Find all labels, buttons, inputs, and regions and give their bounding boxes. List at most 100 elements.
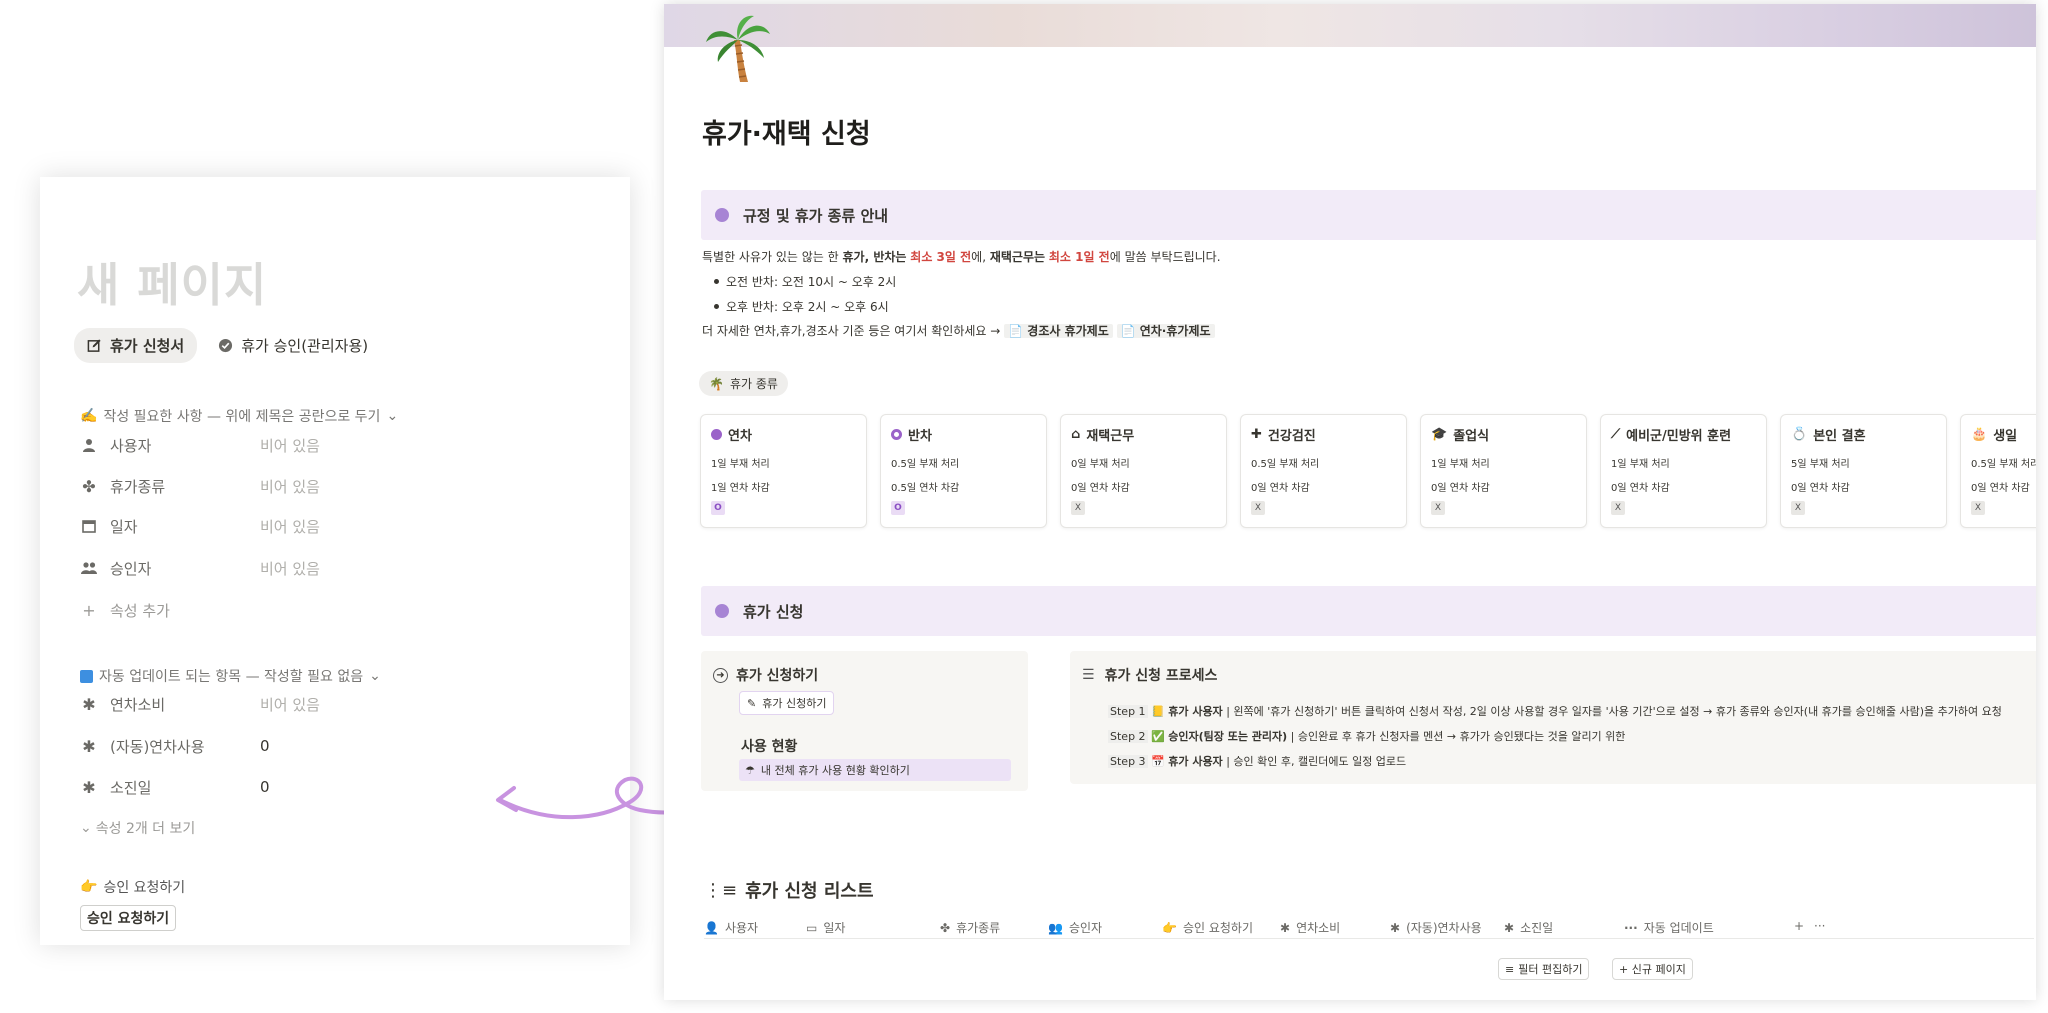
title-text: 휴가 신청 프로세스: [1104, 668, 1218, 684]
show-more-properties[interactable]: ⌄ 속성 2개 더 보기: [80, 815, 195, 841]
card-wedding[interactable]: 💍 본인 결혼 5일 부재 처리 0일 연차 차감 X: [1780, 414, 1947, 528]
card-title: 본인 결혼: [1813, 429, 1866, 444]
rules-callout-header: 규정 및 휴가 종류 안내: [701, 190, 2036, 240]
chevron-down-icon: ⌄: [369, 668, 381, 684]
add-property-label: 속성 추가: [110, 601, 170, 620]
edit-filter-button[interactable]: ≡ 필터 편집하기: [1498, 958, 1590, 980]
pointing-hand-icon: 👉: [1162, 920, 1177, 935]
col-approve-request[interactable]: 👉 승인 요청하기: [1162, 919, 1253, 936]
card-title: 연차: [728, 429, 752, 444]
purple-ring-icon: [891, 429, 902, 440]
col-annual-use[interactable]: ✱ 연차소비: [1280, 919, 1340, 936]
col-label: 연차소비: [1296, 921, 1341, 935]
callout-title: 휴가 신청: [743, 602, 804, 621]
text-segment: 에,: [971, 250, 990, 264]
col-type[interactable]: ✤ 휴가종류: [940, 919, 1000, 936]
palm-tree-icon[interactable]: [704, 12, 774, 84]
calendar-icon: [80, 517, 98, 535]
checklist-icon: ⋮≡: [704, 879, 738, 901]
card-badge: O: [891, 501, 905, 515]
request-vacation-button[interactable]: ✎ 휴가 신청하기: [739, 691, 835, 715]
process-step-1: Step 1 📒 휴가 사용자 | 왼쪽에 '휴가 신청하기' 버튼 클릭하여 …: [1108, 703, 2002, 719]
prop-value[interactable]: 0: [260, 778, 270, 796]
page-title[interactable]: 휴가·재택 신청: [702, 112, 871, 151]
link-annual-leave[interactable]: 📄 연차·휴가제도: [1116, 324, 1215, 338]
document-icon: 📄: [1008, 324, 1024, 338]
card-half-day[interactable]: 반차 0.5일 부재 처리 0.5일 연차 차감 O: [880, 414, 1047, 528]
tab-label: 휴가 승인(관리자용): [241, 337, 369, 355]
people-icon: 👥: [1048, 920, 1063, 935]
clover-icon: ✤: [940, 920, 951, 935]
prop-label: 사용자: [110, 436, 152, 455]
prop-label: 휴가종류: [110, 477, 166, 496]
tab-vacation-form[interactable]: 휴가 신청서: [74, 328, 198, 363]
more-label: 속성 2개 더 보기: [95, 821, 196, 837]
card-reserve-training[interactable]: ⟋ 예비군/민방위 훈련 1일 부재 처리 0일 연차 차감 X: [1600, 414, 1767, 528]
auto-section-header[interactable]: 자동 업데이트 되는 항목 — 작성할 필요 없음 ⌄: [80, 666, 381, 686]
col-user[interactable]: 👤 사용자: [704, 919, 758, 936]
vacation-types-chip[interactable]: 🌴 휴가 종류: [699, 371, 788, 396]
prop-auto-annual[interactable]: ✱ (자동)연차사용 0: [80, 733, 269, 759]
prop-approver[interactable]: 승인자 비어 있음: [80, 555, 320, 581]
button-label: 필터 편집하기: [1518, 963, 1583, 976]
card-badge: X: [1791, 501, 1805, 515]
col-auto-annual[interactable]: ✱ (자동)연차사용: [1390, 919, 1482, 936]
new-page-button[interactable]: + 신규 페이지: [1612, 958, 1693, 980]
calendar-icon: ▭: [806, 920, 818, 935]
prop-value[interactable]: 비어 있음: [260, 558, 320, 579]
col-label: 승인자: [1068, 921, 1103, 935]
request-callout-header: 휴가 신청: [701, 586, 2036, 636]
col-used-days[interactable]: ✱ 소진일: [1504, 919, 1553, 936]
approve-request-button[interactable]: 승인 요청하기: [80, 905, 177, 931]
title-text: 휴가 신청 리스트: [745, 881, 874, 902]
card-line: 0일 연차 차감: [1971, 483, 2030, 494]
prop-value[interactable]: 비어 있음: [260, 435, 320, 456]
prop-annual-use[interactable]: ✱ 연차소비 비어 있음: [80, 691, 320, 717]
card-graduation[interactable]: 🎓 졸업식 1일 부재 처리 0일 연차 차감 X: [1420, 414, 1587, 528]
card-birthday[interactable]: 🎂 생일 0.5일 부재 처리 0일 연차 차감 X: [1960, 414, 2036, 528]
col-auto-update[interactable]: ··· 자동 업데이트: [1624, 919, 1714, 936]
col-approver[interactable]: 👥 승인자: [1048, 919, 1102, 936]
cover-image[interactable]: [664, 4, 2036, 47]
clover-icon: ✤: [82, 476, 96, 496]
card-badge: O: [711, 501, 725, 515]
required-section-header[interactable]: ✍️ 작성 필요한 사항 — 위에 제목은 공란으로 두기 ⌄: [80, 406, 398, 426]
request-title: ➜ 휴가 신청하기: [713, 665, 818, 685]
col-label: 자동 업데이트: [1643, 921, 1714, 935]
prop-value[interactable]: 비어 있음: [260, 694, 320, 715]
section-label: 자동 업데이트 되는 항목 — 작성할 필요 없음: [99, 669, 364, 685]
prop-value[interactable]: 비어 있음: [260, 516, 320, 537]
step-actor: 승인자(팀장 또는 관리자): [1168, 730, 1288, 743]
page-title-placeholder[interactable]: 새 페이지: [77, 249, 267, 315]
card-remote[interactable]: ⌂ 재택근무 0일 부재 처리 0일 연차 차감 X: [1060, 414, 1227, 528]
tab-vacation-approval[interactable]: 휴가 승인(관리자용): [205, 328, 381, 363]
col-label: 사용자: [724, 921, 759, 935]
calendar-icon: 📅: [1151, 755, 1165, 768]
notebook-icon: 📒: [1151, 705, 1165, 718]
text-segment: 휴가, 반차는: [842, 250, 907, 264]
prop-used-days[interactable]: ✱ 소진일 0: [80, 774, 269, 800]
link-label: 내 전체 휴가 사용 현황 확인하기: [760, 764, 910, 777]
card-checkup[interactable]: ✚ 건강검진 0.5일 부재 처리 0일 연차 차감 X: [1240, 414, 1407, 528]
rifle-icon: ⟋: [1611, 427, 1621, 442]
card-badge: X: [1071, 501, 1085, 515]
add-property-button[interactable]: + 속성 추가: [80, 597, 170, 623]
list-title[interactable]: ⋮≡ 휴가 신청 리스트: [704, 877, 874, 903]
bullet-afternoon-half: 오후 반차: 오후 2시 ~ 오후 6시: [714, 300, 889, 314]
prop-value[interactable]: 0: [260, 737, 270, 755]
prop-vacation-type[interactable]: ✤ 휴가종류 비어 있음: [80, 473, 320, 499]
asterisk-icon: ✱: [1504, 920, 1515, 935]
usage-link[interactable]: ☂ 내 전체 휴가 사용 현황 확인하기: [739, 759, 1011, 781]
add-column-button[interactable]: +: [1794, 919, 1804, 933]
more-options-button[interactable]: ···: [1814, 919, 1825, 933]
prop-user[interactable]: 사용자 비어 있음: [80, 432, 320, 458]
prop-date[interactable]: 일자 비어 있음: [80, 513, 320, 539]
card-annual[interactable]: 연차 1일 부재 처리 1일 연차 차감 O: [700, 414, 867, 528]
cake-icon: 🎂: [1971, 427, 1988, 442]
medkit-icon: ✚: [1251, 427, 1262, 442]
prop-value[interactable]: 비어 있음: [260, 476, 320, 497]
col-date[interactable]: ▭ 일자: [806, 919, 845, 936]
section-label: 작성 필요한 사항 — 위에 제목은 공란으로 두기: [103, 409, 381, 425]
text-segment: 에 말씀 부탁드립니다.: [1109, 250, 1221, 264]
link-condolence-leave[interactable]: 📄 경조사 휴가제도: [1004, 324, 1113, 338]
